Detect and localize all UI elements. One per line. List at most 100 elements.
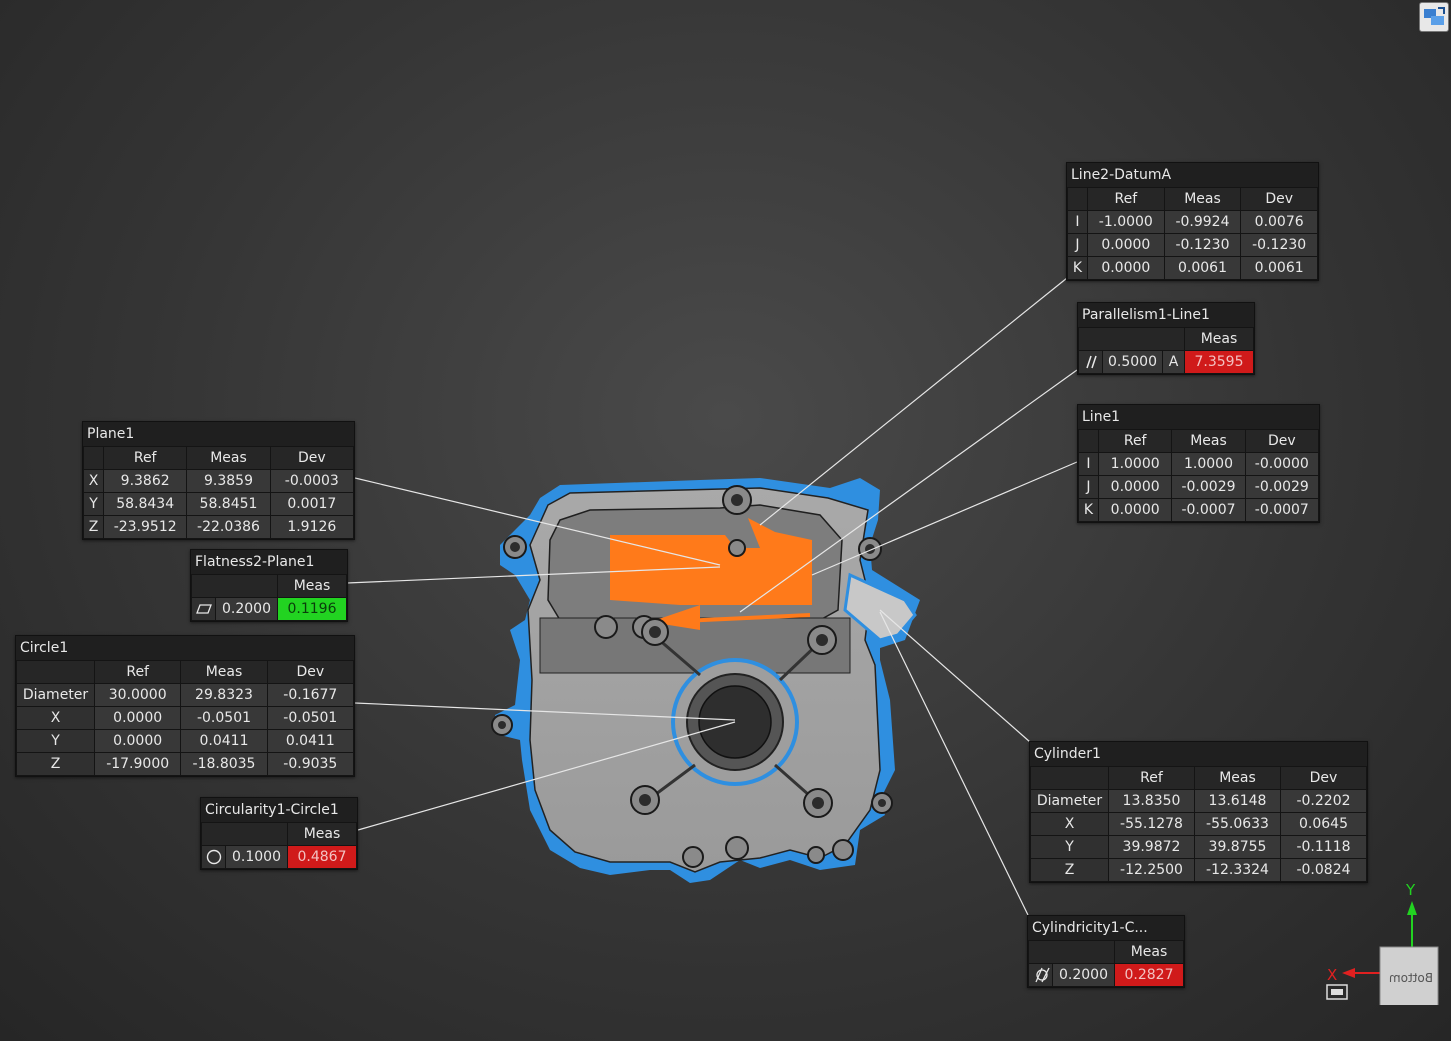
col-header: Ref bbox=[93, 660, 182, 684]
orientation-triad[interactable]: Y X Bottom bbox=[1315, 875, 1445, 1005]
row-label: Diameter bbox=[1030, 789, 1109, 813]
flatness-panel[interactable]: Flatness2-Plane1 Meas 0.2000 0.1196 bbox=[190, 549, 348, 622]
dev-cell: 0.0061 bbox=[1240, 256, 1318, 280]
row-label: K bbox=[1067, 256, 1088, 280]
dev-cell: -0.1118 bbox=[1280, 835, 1367, 859]
3d-viewport[interactable]: Line2-DatumA Ref Meas Dev I -1.0000 -0.9… bbox=[0, 0, 1451, 1041]
dev-cell: 0.0076 bbox=[1240, 210, 1318, 234]
col-header: Dev bbox=[1280, 766, 1367, 790]
col-header: Meas bbox=[186, 446, 271, 470]
col-header: Ref bbox=[1108, 766, 1195, 790]
col-header: Dev bbox=[269, 446, 355, 470]
panel-title: Parallelism1-Line1 bbox=[1078, 303, 1254, 327]
row-label: I bbox=[1067, 210, 1088, 234]
meas-cell: 0.2827 bbox=[1114, 963, 1184, 987]
ref-cell: 0.0000 bbox=[93, 706, 182, 730]
parallelism-panel[interactable]: Parallelism1-Line1 Meas 0.5000 A 7.3595 bbox=[1077, 302, 1255, 375]
ref-cell: 0.0000 bbox=[1097, 475, 1173, 499]
fit-view-icon[interactable] bbox=[1326, 984, 1348, 1000]
row-label: X bbox=[83, 469, 104, 493]
ref-cell: 0.0000 bbox=[1097, 498, 1173, 522]
meas-cell: 0.4867 bbox=[287, 845, 357, 869]
col-header: Dev bbox=[1244, 429, 1320, 453]
x-axis-label: X bbox=[1327, 966, 1337, 984]
col-header: Meas bbox=[1163, 187, 1242, 211]
panel-title: Circularity1-Circle1 bbox=[201, 798, 357, 822]
meas-cell: 29.8323 bbox=[180, 683, 268, 707]
dev-cell: -0.0501 bbox=[266, 706, 355, 730]
col-header: Meas bbox=[1194, 766, 1281, 790]
row-label: Z bbox=[1030, 858, 1109, 882]
table-row: Y 39.9872 39.8755 -0.1118 bbox=[1030, 835, 1367, 859]
plane1-panel[interactable]: Plane1 Ref Meas Dev X 9.3862 9.3859 -0.0… bbox=[82, 421, 355, 540]
table-row: K 0.0000 -0.0007 -0.0007 bbox=[1078, 498, 1320, 522]
table-row: 0.5000 A 7.3595 bbox=[1078, 350, 1254, 374]
ref-cell: -55.1278 bbox=[1108, 812, 1195, 836]
meas-cell: -0.0501 bbox=[180, 706, 268, 730]
meas-header: Meas bbox=[1184, 327, 1254, 351]
cylinder1-panel[interactable]: Cylinder1 Ref Meas Dev Diameter 13.8350 … bbox=[1029, 741, 1368, 883]
ref-cell: 13.8350 bbox=[1108, 789, 1195, 813]
row-label: I bbox=[1078, 452, 1099, 476]
tolerance-cell: 0.2000 bbox=[215, 597, 278, 621]
row-label: K bbox=[1078, 498, 1099, 522]
meas-cell: -0.9924 bbox=[1163, 210, 1242, 234]
dev-cell: -0.0007 bbox=[1244, 498, 1320, 522]
panel-title: Line1 bbox=[1078, 405, 1319, 429]
meas-cell: -18.8035 bbox=[180, 752, 268, 776]
table-row: Y 0.0000 0.0411 0.0411 bbox=[16, 729, 355, 753]
dev-cell: -0.0003 bbox=[269, 469, 355, 493]
dev-cell: -0.9035 bbox=[266, 752, 355, 776]
dev-cell: 0.0645 bbox=[1280, 812, 1367, 836]
ref-cell: 1.0000 bbox=[1097, 452, 1173, 476]
meas-cell: -0.0029 bbox=[1171, 475, 1246, 499]
table-row: Z -17.9000 -18.8035 -0.9035 bbox=[16, 752, 355, 776]
cylindricity-icon bbox=[1028, 963, 1053, 987]
corner-cell bbox=[1067, 187, 1088, 211]
table-row: Diameter 30.0000 29.8323 -0.1677 bbox=[16, 683, 355, 707]
cylindricity-panel[interactable]: Cylindricity1-C... Meas 0.2000 0.2827 bbox=[1027, 915, 1185, 988]
meas-cell: 0.0411 bbox=[180, 729, 268, 753]
table-row: X 9.3862 9.3859 -0.0003 bbox=[83, 469, 355, 493]
table-row: I -1.0000 -0.9924 0.0076 bbox=[1067, 210, 1318, 234]
tolerance-cell: 0.1000 bbox=[225, 845, 288, 869]
view-toggle-icon bbox=[1424, 7, 1445, 25]
table-row: 0.1000 0.4867 bbox=[201, 845, 357, 869]
row-label: X bbox=[1030, 812, 1109, 836]
col-header: Ref bbox=[1087, 187, 1165, 211]
panel-title: Cylinder1 bbox=[1030, 742, 1367, 766]
circularity-panel[interactable]: Circularity1-Circle1 Meas 0.1000 0.4867 bbox=[200, 797, 358, 870]
table-row: 0.2000 0.1196 bbox=[191, 597, 347, 621]
table-row: I 1.0000 1.0000 -0.0000 bbox=[1078, 452, 1320, 476]
meas-cell: 9.3859 bbox=[186, 469, 271, 493]
ref-cell: 39.9872 bbox=[1108, 835, 1195, 859]
meas-cell: 39.8755 bbox=[1194, 835, 1281, 859]
meas-cell: 1.0000 bbox=[1171, 452, 1246, 476]
dev-cell: -0.0029 bbox=[1244, 475, 1320, 499]
line2-datuma-panel[interactable]: Line2-DatumA Ref Meas Dev I -1.0000 -0.9… bbox=[1066, 162, 1319, 281]
ref-cell: -1.0000 bbox=[1087, 210, 1165, 234]
ref-cell: 58.8434 bbox=[102, 492, 188, 516]
table-row: Z -23.9512 -22.0386 1.9126 bbox=[83, 515, 355, 539]
line1-panel[interactable]: Line1 Ref Meas Dev I 1.0000 1.0000 -0.00… bbox=[1077, 404, 1320, 523]
dev-cell: 0.0017 bbox=[269, 492, 355, 516]
meas-cell: -0.0007 bbox=[1171, 498, 1246, 522]
meas-cell: 0.1196 bbox=[277, 597, 347, 621]
row-label: Y bbox=[16, 729, 95, 753]
dev-cell: -0.1677 bbox=[266, 683, 355, 707]
row-label: Y bbox=[83, 492, 104, 516]
parallelism-icon bbox=[1078, 350, 1103, 374]
flatness-icon bbox=[191, 597, 216, 621]
circle1-panel[interactable]: Circle1 Ref Meas Dev Diameter 30.0000 29… bbox=[15, 635, 355, 777]
col-header: Ref bbox=[102, 446, 188, 470]
table-row: 0.2000 0.2827 bbox=[1028, 963, 1184, 987]
row-label: X bbox=[16, 706, 95, 730]
dev-cell: -0.1230 bbox=[1240, 233, 1318, 257]
ref-cell: 0.0000 bbox=[1087, 256, 1165, 280]
view-toggle-button[interactable] bbox=[1419, 2, 1449, 32]
meas-cell: -0.1230 bbox=[1163, 233, 1242, 257]
col-header: Meas bbox=[180, 660, 268, 684]
panel-title: Line2-DatumA bbox=[1067, 163, 1318, 187]
ref-cell: -12.2500 bbox=[1108, 858, 1195, 882]
panel-title: Flatness2-Plane1 bbox=[191, 550, 347, 574]
